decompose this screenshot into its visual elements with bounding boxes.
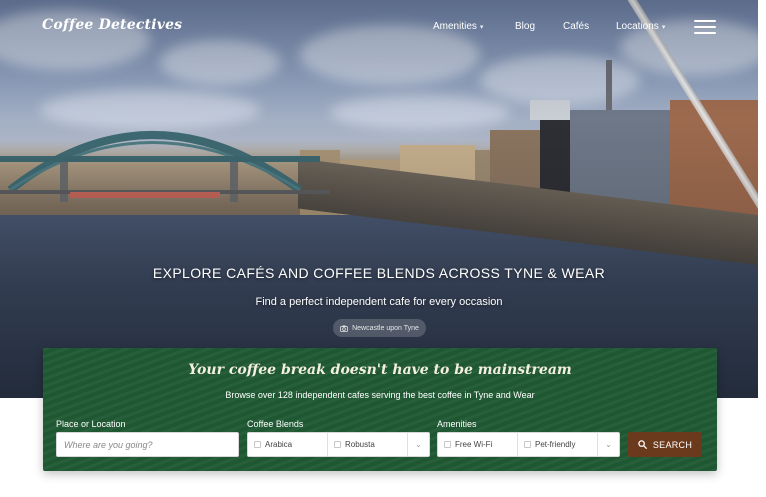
- checkbox[interactable]: [524, 441, 531, 448]
- site-logo[interactable]: Coffee Detectives: [42, 17, 182, 33]
- chevron-down-icon: ▾: [661, 23, 666, 31]
- place-field: [56, 432, 239, 457]
- nav-item-label: Cafés: [563, 21, 590, 32]
- hero-banner: [0, 0, 758, 398]
- amenity-option-label: Pet-friendly: [535, 440, 576, 449]
- amenities-select[interactable]: Free Wi-Fi Pet-friendly ⌄: [437, 432, 620, 457]
- nav-item-cafes[interactable]: Cafés: [563, 21, 589, 32]
- search-panel: Your coffee break doesn't have to be mai…: [43, 348, 717, 471]
- nav-item-label: Locations: [616, 21, 659, 32]
- hamburger-line: [694, 32, 716, 34]
- hero-overlay: [0, 0, 758, 398]
- photo-location-label: Newcastle upon Tyne: [352, 324, 419, 332]
- panel-subtitle: Browse over 128 independent cafes servin…: [225, 390, 535, 400]
- hero-subtitle: Find a perfect independent cafe for ever…: [255, 296, 503, 308]
- hamburger-icon[interactable]: [694, 20, 716, 35]
- search-icon: [638, 440, 647, 449]
- nav-item-blog[interactable]: Blog: [515, 21, 535, 32]
- chevron-down-icon[interactable]: ⌄: [407, 433, 429, 456]
- photo-location-badge[interactable]: Newcastle upon Tyne: [333, 319, 426, 337]
- panel-title: Your coffee break doesn't have to be mai…: [188, 362, 572, 378]
- blend-option-label: Arabica: [265, 440, 293, 449]
- amenities-label: Amenities: [437, 419, 477, 429]
- checkbox[interactable]: [254, 441, 261, 448]
- hero-title: EXPLORE CAFÉS AND COFFEE BLENDS ACROSS T…: [152, 265, 606, 281]
- amenity-option-pet-friendly[interactable]: Pet-friendly: [518, 433, 575, 456]
- place-label: Place or Location: [56, 419, 126, 429]
- search-button-label: SEARCH: [652, 439, 693, 450]
- nav-item-amenities[interactable]: Amenities ▾: [433, 21, 483, 32]
- camera-icon: [340, 325, 348, 332]
- search-button[interactable]: SEARCH: [628, 432, 702, 457]
- blends-label: Coffee Blends: [247, 419, 304, 429]
- blends-select[interactable]: Arabica Robusta ⌄: [247, 432, 430, 457]
- place-input[interactable]: [57, 433, 238, 456]
- chevron-down-icon[interactable]: ⌄: [597, 433, 619, 456]
- nav-item-locations[interactable]: Locations ▾: [616, 21, 665, 32]
- blend-option-arabica[interactable]: Arabica: [248, 433, 292, 456]
- nav-item-label: Blog: [515, 21, 536, 32]
- amenity-option-wifi[interactable]: Free Wi-Fi: [438, 433, 492, 456]
- chevron-down-icon: ▾: [479, 23, 484, 31]
- hamburger-line: [694, 20, 716, 22]
- amenity-option-label: Free Wi-Fi: [455, 440, 493, 449]
- blend-option-label: Robusta: [345, 440, 375, 449]
- checkbox[interactable]: [444, 441, 451, 448]
- hamburger-line: [694, 26, 716, 28]
- nav-item-label: Amenities: [433, 21, 477, 32]
- checkbox[interactable]: [334, 441, 341, 448]
- blend-option-robusta[interactable]: Robusta: [328, 433, 375, 456]
